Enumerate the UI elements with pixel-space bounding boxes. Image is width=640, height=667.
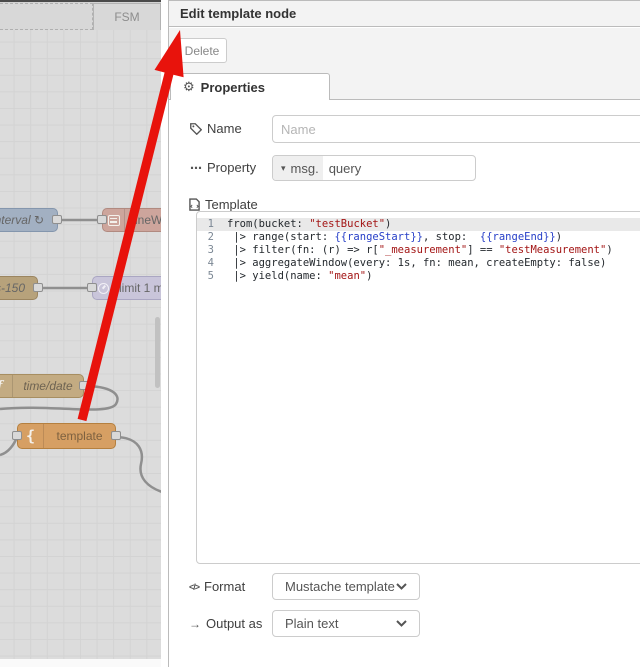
node-template[interactable]: { template bbox=[17, 423, 116, 449]
node-interval-label: interval ↻ bbox=[0, 213, 45, 227]
chevron-down-icon bbox=[396, 583, 407, 590]
header-bottom-strip bbox=[0, 0, 161, 2]
node-sinewave[interactable]: sineW bbox=[102, 208, 161, 232]
name-field-label: Name bbox=[190, 121, 242, 136]
caret-down-icon: ▾ bbox=[281, 162, 286, 173]
node-interval[interactable]: interval ↻ bbox=[0, 208, 58, 232]
node-template-label: template bbox=[56, 429, 103, 443]
port-template-out[interactable] bbox=[111, 431, 121, 440]
node-timedate[interactable]: f time/date bbox=[0, 374, 84, 398]
output-select[interactable]: Plain text bbox=[272, 610, 420, 637]
line-number: 3 bbox=[207, 244, 214, 256]
format-select-value: Mustache template bbox=[285, 579, 395, 594]
workspace-vscrollbar-thumb[interactable] bbox=[155, 317, 160, 388]
line-number: 5 bbox=[207, 270, 214, 282]
property-type-label: msg. bbox=[290, 160, 319, 176]
dialog-content: Name ⋯ Property ▾ msg. query Template 1f… bbox=[169, 100, 640, 667]
code-line[interactable]: 4 |> aggregateWindow(every: 1s, fn: mean… bbox=[197, 257, 640, 270]
format-field-label: </> Format bbox=[189, 579, 246, 594]
format-select[interactable]: Mustache template bbox=[272, 573, 420, 600]
wires-layer bbox=[0, 218, 161, 493]
property-field-label: ⋯ Property bbox=[190, 160, 257, 175]
template-field-label: Template bbox=[189, 197, 258, 212]
output-select-value: Plain text bbox=[285, 616, 339, 631]
code-line[interactable]: 2 |> range(start: {{rangeStart}}, stop: … bbox=[197, 231, 640, 244]
line-number: 1 bbox=[207, 218, 214, 230]
delete-button[interactable]: Delete bbox=[177, 38, 227, 63]
dialog-header: Edit template node bbox=[169, 1, 640, 27]
port-template-in[interactable] bbox=[12, 431, 22, 440]
workspace-tab-fsm[interactable]: FSM bbox=[93, 3, 161, 30]
node-limit[interactable]: limit 1 ms bbox=[92, 276, 161, 300]
dialog-title: Edit template node bbox=[180, 6, 297, 21]
property-type-button[interactable]: ▾ msg. bbox=[273, 156, 323, 180]
port-interval-out[interactable] bbox=[52, 215, 62, 224]
property-value[interactable]: query bbox=[323, 161, 362, 176]
property-typed-input[interactable]: ▾ msg. query bbox=[272, 155, 476, 181]
tag-icon bbox=[190, 122, 202, 135]
workspace-tabbar: FSM bbox=[0, 2, 161, 30]
port-s150-out[interactable] bbox=[33, 283, 43, 292]
node-limit-label: limit 1 ms bbox=[119, 281, 161, 295]
chevron-down-icon bbox=[396, 620, 407, 627]
wire[interactable] bbox=[116, 435, 161, 493]
template-code-editor[interactable]: 1 from(bucket: "testBucket") 2 |> range(st… bbox=[196, 211, 640, 564]
code-lines: 1 from(bucket: "testBucket") 2 |> range(st… bbox=[197, 218, 640, 283]
node-s150-label: s-150 bbox=[0, 281, 26, 295]
line-number: 4 bbox=[207, 257, 214, 269]
workspace-tab-fsm-label: FSM bbox=[114, 10, 140, 24]
tab-properties[interactable]: ⚙ Properties bbox=[170, 73, 330, 100]
port-timedate-out[interactable] bbox=[79, 381, 89, 390]
code-line[interactable]: 5 |> yield(name: "mean") bbox=[197, 270, 640, 283]
output-field-label: → Output as bbox=[189, 616, 263, 631]
port-sinewave-in[interactable] bbox=[97, 215, 107, 224]
edit-template-dialog: Edit template node Delete ⚙ Properties N… bbox=[169, 0, 640, 667]
line-number: 2 bbox=[207, 231, 214, 243]
dialog-toolbar: Delete bbox=[169, 28, 640, 67]
node-sinewave-label: sineW bbox=[129, 213, 161, 227]
port-limit-in[interactable] bbox=[87, 283, 97, 292]
code-line[interactable]: 1 from(bucket: "testBucket") bbox=[197, 218, 640, 231]
flow-workspace[interactable]: FSM interval ↻ sineW s-150 limit 1 ms f … bbox=[0, 0, 161, 667]
function-node-icon: f bbox=[0, 375, 13, 397]
code-icon: </> bbox=[189, 581, 200, 592]
name-input[interactable] bbox=[272, 115, 640, 143]
code-line[interactable]: 3 |> filter(fn: (r) => r["_measurement"]… bbox=[197, 244, 640, 257]
dialog-tabbar: ⚙ Properties bbox=[169, 67, 640, 100]
tab-properties-label: Properties bbox=[200, 79, 265, 95]
file-code-icon bbox=[189, 198, 200, 211]
arrow-right-icon: → bbox=[189, 616, 201, 631]
tray-resize-handle[interactable] bbox=[161, 0, 169, 667]
ellipsis-icon: ⋯ bbox=[190, 160, 202, 175]
workspace-tab-partial[interactable] bbox=[0, 3, 93, 30]
node-timedate-label: time/date bbox=[23, 379, 73, 393]
gear-icon: ⚙ bbox=[183, 79, 195, 94]
